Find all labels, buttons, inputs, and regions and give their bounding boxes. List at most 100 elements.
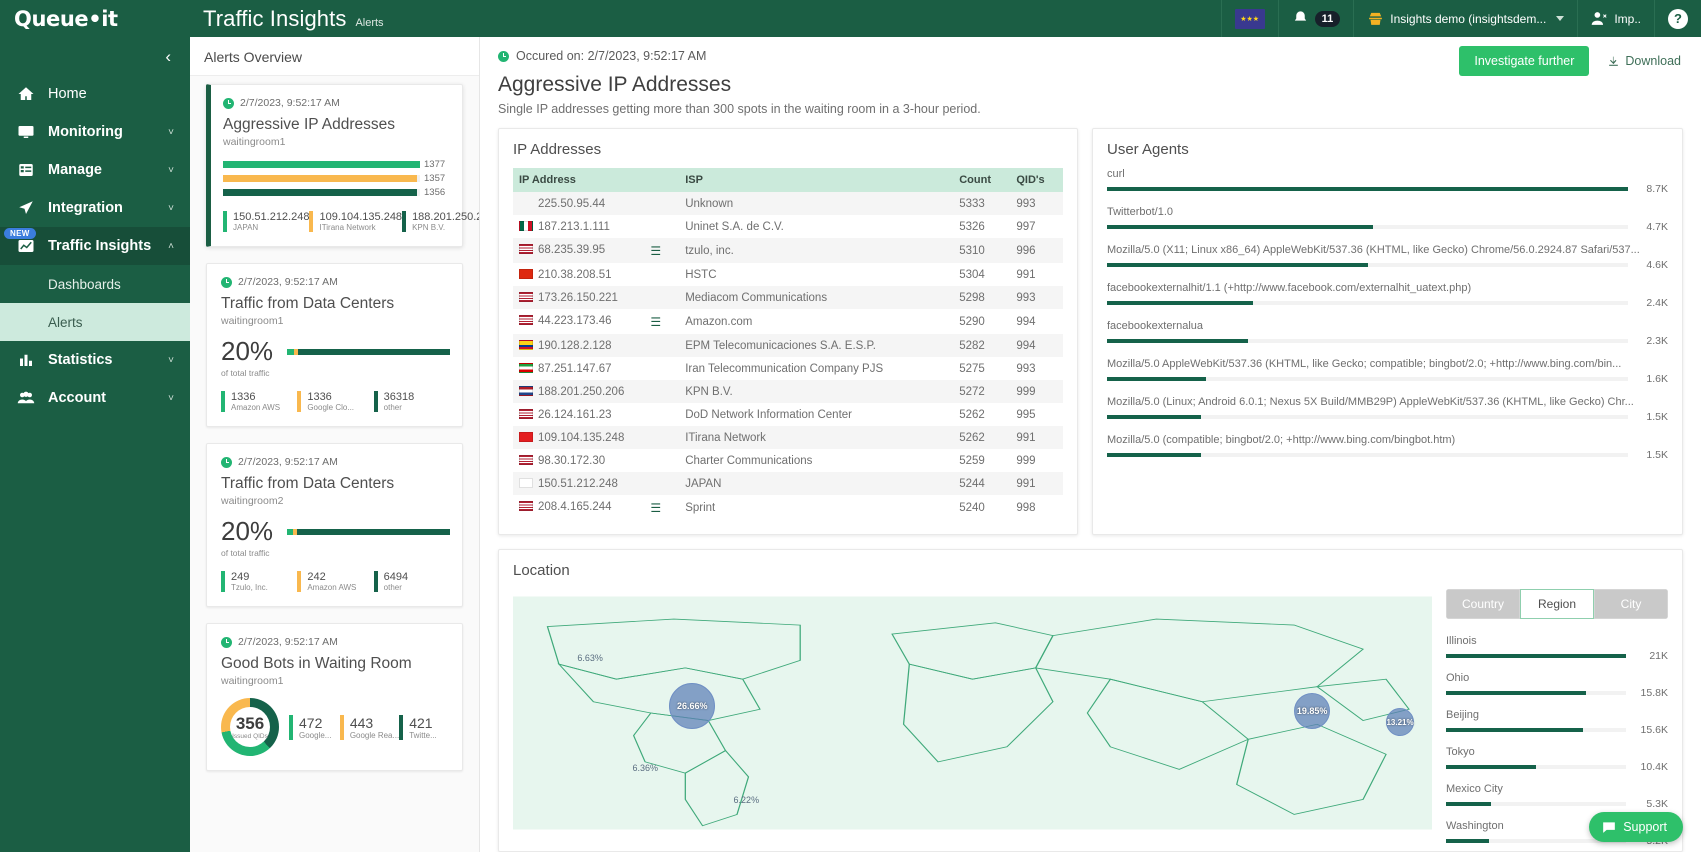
table-row[interactable]: 188.201.250.206 KPN B.V. 5272 999 bbox=[513, 380, 1063, 403]
legend-item: 1336 Amazon AWS bbox=[221, 391, 297, 412]
main-header: Occured on: 2/7/2023, 9:52:17 AM Aggress… bbox=[480, 37, 1701, 116]
location-row: Ohio 15.8K bbox=[1446, 672, 1668, 699]
sidebar-item-home[interactable]: Home bbox=[0, 75, 190, 113]
location-tab-city[interactable]: City bbox=[1594, 589, 1668, 619]
alert-card[interactable]: 2/7/2023, 9:52:17 AM Aggressive IP Addres… bbox=[206, 84, 479, 247]
sidebar-item-traffic-insights[interactable]: NEW Traffic Insights ˄ bbox=[0, 227, 190, 265]
table-row[interactable]: 68.235.39.95 ☰ tzulo, inc. 5310 996 bbox=[513, 238, 1063, 263]
sidebar-item-account[interactable]: Account ˅ bbox=[0, 379, 190, 417]
alert-card-title: Aggressive IP Addresses bbox=[223, 116, 396, 133]
location-wrapper: Location 6.63% 26.66% 6.36% 6.22% 19.85%… bbox=[480, 535, 1701, 852]
column-header[interactable]: ISP bbox=[679, 168, 954, 192]
sidebar-item-integration[interactable]: Integration ˅ bbox=[0, 189, 190, 227]
sidebar-collapse-button[interactable]: ‹ bbox=[0, 37, 190, 75]
eu-region-selector[interactable]: ★★★ bbox=[1220, 0, 1278, 37]
table-row[interactable]: 109.104.135.248 ITirana Network 5262 991 bbox=[513, 426, 1063, 449]
column-header[interactable]: QID's bbox=[1010, 168, 1063, 192]
cell-qids: 999 bbox=[1016, 385, 1036, 398]
bar-chart-icon bbox=[16, 350, 36, 370]
location-tab-country[interactable]: Country bbox=[1446, 589, 1520, 619]
legend-sublabel: Tzulo, Inc. bbox=[231, 583, 268, 592]
table-row[interactable]: 87.251.147.67 Iran Telecommunication Comp… bbox=[513, 357, 1063, 380]
sidebar-label-statistics: Statistics bbox=[48, 352, 113, 368]
sidebar-item-statistics[interactable]: Statistics ˅ bbox=[0, 341, 190, 379]
legend-item: 443 Google Rea... bbox=[339, 714, 399, 740]
table-row[interactable]: 187.213.1.111 Uninet S.A. de C.V. 5326 997 bbox=[513, 215, 1063, 238]
bar-track bbox=[1446, 765, 1626, 769]
alerts-scroll-area[interactable]: 2/7/2023, 9:52:17 AM Aggressive IP Addres… bbox=[190, 76, 479, 852]
table-row[interactable]: 44.223.173.46 ☰ Amazon.com 5290 994 bbox=[513, 309, 1063, 334]
cell-count: 5272 bbox=[959, 385, 985, 398]
table-row[interactable]: 190.128.2.128 EPM Telecomunicaciones S.A.… bbox=[513, 334, 1063, 357]
bell-icon bbox=[1294, 11, 1306, 21]
table-row[interactable]: 26.124.161.23 DoD Network Information Cen… bbox=[513, 403, 1063, 426]
bar-value: 1356 bbox=[424, 187, 446, 198]
cell-ip: 109.104.135.248 bbox=[513, 426, 679, 449]
sidebar-item-dashboards[interactable]: Dashboards bbox=[0, 265, 190, 303]
alert-card[interactable]: 2/7/2023, 9:52:17 AM Good Bots in Waiting… bbox=[206, 623, 463, 771]
table-row[interactable]: 98.30.172.30 Charter Communications 5259 99… bbox=[513, 449, 1063, 472]
download-label: Download bbox=[1625, 54, 1681, 68]
location-tab-region[interactable]: Region bbox=[1520, 589, 1594, 619]
user-agent-row: Mozilla/5.0 AppleWebKit/537.36 (KHTML, l… bbox=[1107, 358, 1668, 385]
alert-card-room: waitingroom2 bbox=[221, 495, 284, 507]
column-header[interactable]: IP Address bbox=[513, 168, 680, 192]
notifications-button[interactable]: 11 bbox=[1277, 0, 1354, 37]
brand-logo[interactable]: Queue•it bbox=[0, 0, 190, 37]
alert-card[interactable]: 2/7/2023, 9:52:17 AM Traffic from Data Ce… bbox=[206, 263, 463, 427]
chevron-down-icon: ˅ bbox=[168, 202, 174, 214]
column-header[interactable]: Count bbox=[953, 168, 1011, 192]
bar-fill bbox=[1107, 263, 1368, 267]
sidebar-item-monitoring[interactable]: Monitoring ˅ bbox=[0, 113, 190, 151]
alert-card[interactable]: 2/7/2023, 9:52:17 AM Traffic from Data Ce… bbox=[206, 443, 463, 607]
percent-value: 20% bbox=[221, 336, 274, 366]
percent-sublabel: of total traffic bbox=[221, 368, 270, 378]
bar-row: 1377 bbox=[223, 159, 450, 170]
map-bubble: 6.36% bbox=[632, 762, 658, 773]
cell-count: 5262 bbox=[959, 431, 985, 444]
location-row: Beijing 15.6K bbox=[1446, 709, 1668, 736]
legend-item: 188.201.250.206KPN B.V. bbox=[402, 211, 479, 232]
location-side: Country Region City Illinois 21K Ohio 15.8K Be… bbox=[1442, 589, 1668, 847]
table-row[interactable]: 210.38.208.51 HSTC 5304 991 bbox=[513, 263, 1063, 286]
world-map[interactable]: 6.63% 26.66% 6.36% 6.22% 19.85% 13.21% bbox=[513, 589, 1432, 837]
user-agent-value: 1.6K bbox=[1646, 373, 1668, 385]
help-button[interactable]: ? bbox=[1654, 0, 1701, 37]
top-bar: Queue•it Traffic Insights Alerts ★★★ 11 … bbox=[0, 0, 1701, 37]
chat-icon bbox=[1603, 822, 1616, 833]
investigate-further-button[interactable]: Investigate further bbox=[1459, 46, 1590, 76]
ip-addresses-title: IP Addresses bbox=[513, 141, 602, 158]
legend-sublabel: Amazon AWS bbox=[231, 403, 281, 412]
cell-count: 5282 bbox=[959, 339, 985, 352]
table-row[interactable]: 173.26.150.221 Mediacom Communications 529… bbox=[513, 286, 1063, 309]
table-row[interactable]: 150.51.212.248 JAPAN 5244 991 bbox=[513, 472, 1063, 495]
table-row[interactable]: 225.50.95.44 Unknown 5333 993 bbox=[513, 192, 1063, 215]
logo-text: Queue•it bbox=[14, 6, 118, 31]
legend-sublabel: KPN B.V. bbox=[412, 223, 446, 232]
user-agent-value: 4.7K bbox=[1646, 221, 1668, 233]
download-button[interactable]: Download bbox=[1607, 54, 1681, 68]
country-flag-icon bbox=[519, 221, 533, 232]
support-button[interactable]: Support bbox=[1589, 812, 1683, 842]
legend-sublabel: Amazon AWS bbox=[307, 583, 357, 592]
account-selector[interactable]: Insights demo (insightsdem... bbox=[1353, 0, 1577, 37]
support-label: Support bbox=[1623, 820, 1667, 834]
cell-ip: 225.50.95.44 bbox=[538, 197, 606, 210]
table-header-row: IP Address ISP Count QID's bbox=[513, 168, 1063, 192]
table-row[interactable]: 208.4.165.244 ☰ Sprint 5240 998 bbox=[513, 495, 1063, 520]
legend-sublabel: Twitte... bbox=[409, 730, 437, 740]
location-tab-group[interactable]: Country Region City bbox=[1446, 589, 1668, 619]
location-barline: 5.3K bbox=[1446, 798, 1668, 810]
impersonate-button[interactable]: Imp.. bbox=[1577, 0, 1654, 37]
location-label: Tokyo bbox=[1446, 746, 1475, 758]
alert-card-title: Good Bots in Waiting Room bbox=[221, 655, 412, 672]
user-agent-value: 2.4K bbox=[1646, 297, 1668, 309]
country-flag-icon bbox=[519, 315, 533, 326]
cell-ip: 187.213.1.111 bbox=[513, 215, 679, 238]
bar-track bbox=[1107, 377, 1628, 381]
donut-legend: 472 Google... 443 Google Rea... 421 Twitte... bbox=[289, 714, 450, 740]
sidebar-item-manage[interactable]: Manage ˅ bbox=[0, 151, 190, 189]
user-agent-row: facebookexternalhit/1.1 (+http://www.fac… bbox=[1107, 282, 1668, 309]
sidebar-item-alerts[interactable]: Alerts bbox=[0, 303, 190, 341]
chevron-left-icon: ‹ bbox=[165, 46, 171, 66]
